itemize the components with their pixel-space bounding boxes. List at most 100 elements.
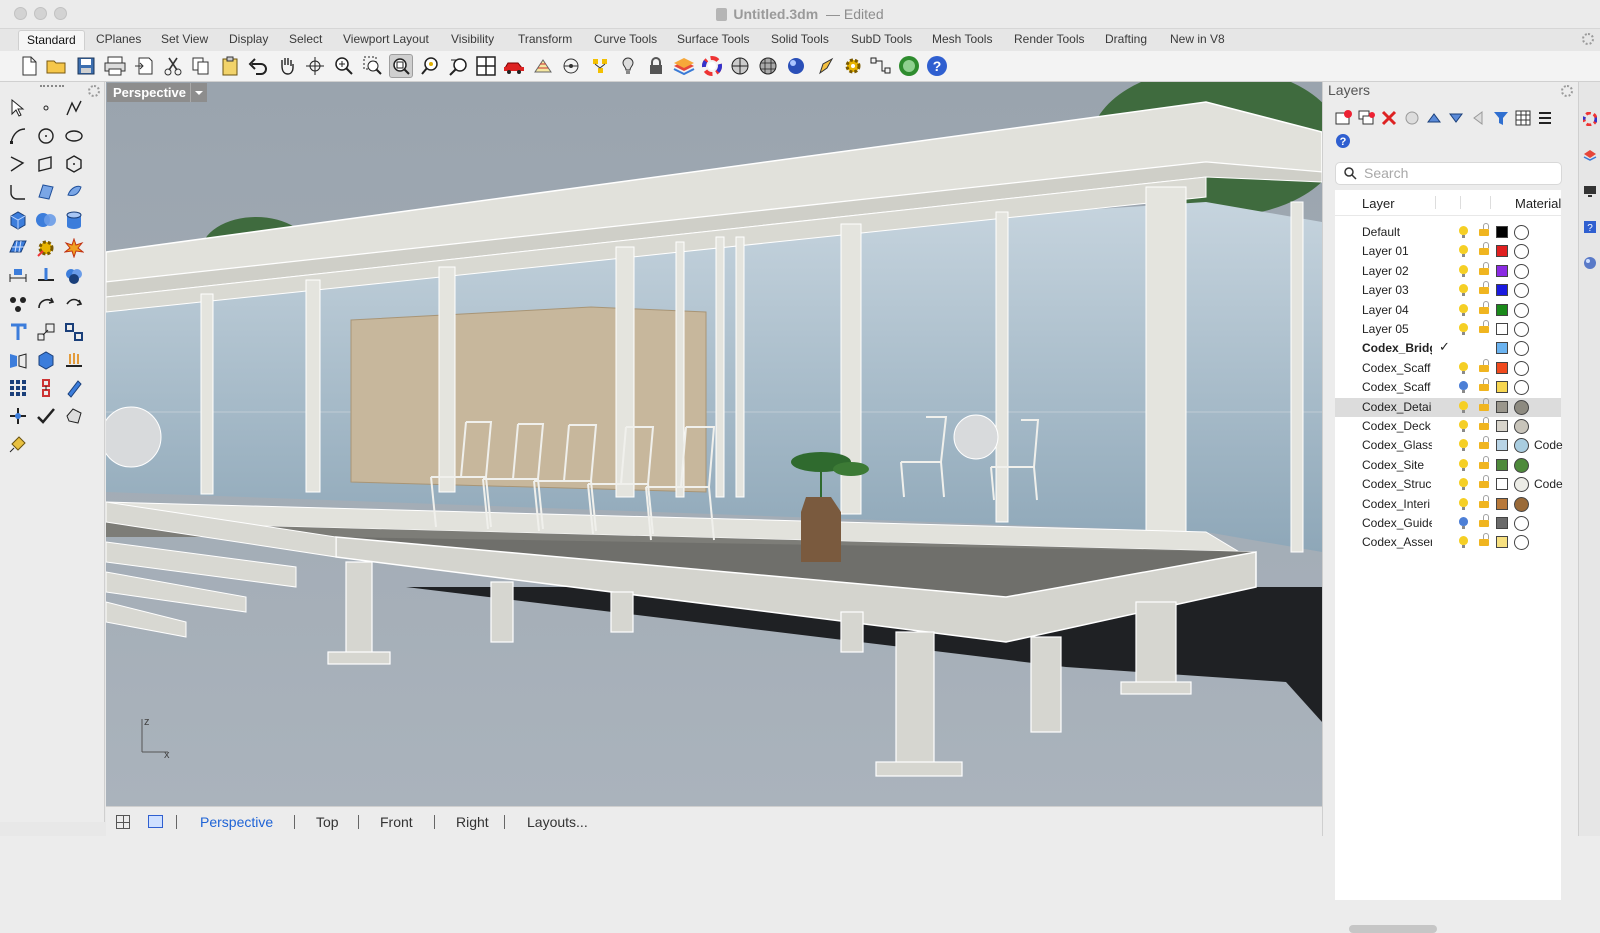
layer-row[interactable]: Codex_Asser [1335,533,1561,552]
grid-icon[interactable] [531,54,555,78]
layer-name[interactable]: Layer 04 [1362,303,1432,317]
open-folder-icon[interactable] [45,54,69,78]
material-swatch[interactable] [1514,419,1529,434]
mirror-icon[interactable] [6,348,30,372]
tab-mesh-tools[interactable]: Mesh Tools [932,32,992,46]
layer-row[interactable]: Layer 03 [1335,281,1561,300]
curve-icon[interactable] [6,124,30,148]
viewport-tab-right[interactable]: Right [456,814,489,830]
undo-icon[interactable] [246,54,270,78]
visibility-bulb-icon[interactable] [1459,323,1468,335]
horizontal-scrollbar[interactable] [1349,925,1437,933]
filter-icon[interactable] [1493,110,1509,131]
surface-icon[interactable] [34,180,58,204]
array-icon[interactable] [62,320,86,344]
lock-toggle-icon[interactable] [1479,378,1489,392]
sphere-icon[interactable] [34,208,58,232]
material-swatch[interactable] [1514,225,1529,240]
lock-toggle-icon[interactable] [1479,514,1489,527]
layer-name[interactable]: Layer 01 [1362,244,1432,258]
analyze-icon[interactable] [62,404,86,428]
tab-transform[interactable]: Transform [518,32,572,46]
layer-color-swatch[interactable] [1496,478,1508,491]
polygon-icon[interactable] [62,152,86,176]
tab-display[interactable]: Display [229,32,268,46]
car-icon[interactable] [502,54,526,78]
point-icon[interactable] [588,54,612,78]
tab-viewport-layout[interactable]: Viewport Layout [343,32,429,46]
lock-toggle-icon[interactable] [1479,358,1489,372]
layer-name[interactable]: Codex_Deck [1362,419,1432,433]
layer-color-swatch[interactable] [1496,323,1508,335]
viewport-tab-layouts[interactable]: Layouts... [527,814,588,830]
mesh-icon[interactable] [6,236,30,260]
layer-color-swatch[interactable] [1496,264,1508,277]
new-layer-icon[interactable] [1335,110,1353,131]
perspective-viewport[interactable]: z x Perspective [106,82,1322,806]
material-swatch[interactable] [1514,302,1529,318]
tab-standard[interactable]: Standard [18,30,85,50]
zoom-selected-icon[interactable] [418,54,442,78]
layer-color-swatch[interactable] [1496,284,1508,297]
polygon-line-icon[interactable] [6,152,30,176]
layer-color-swatch[interactable] [1496,226,1508,238]
cylinder-icon[interactable] [62,208,86,232]
tab-drafting[interactable]: Drafting [1105,32,1147,46]
visibility-bulb-icon[interactable] [1459,536,1468,549]
layer-color-swatch[interactable] [1496,381,1508,394]
visibility-bulb-icon[interactable] [1459,303,1468,316]
layer-row[interactable]: Codex_Bridg ✓ [1335,339,1561,358]
circle-icon[interactable] [34,124,58,148]
material-swatch[interactable] [1514,244,1529,260]
zoom-icon[interactable] [332,54,356,78]
scale-icon[interactable] [34,320,58,344]
column-layer[interactable]: Layer [1362,196,1395,211]
lock-toggle-icon[interactable] [1479,533,1489,547]
globe-icon[interactable] [897,54,921,78]
rotate-view-icon[interactable] [303,54,327,78]
visibility-bulb-icon[interactable] [1459,420,1468,432]
panel-help-icon[interactable]: ? [1335,133,1351,154]
gear-icon[interactable] [841,54,865,78]
layer-color-swatch[interactable] [1496,245,1508,258]
layer-color-swatch[interactable] [1496,303,1508,316]
lock-toggle-icon[interactable] [1479,397,1489,411]
layer-row[interactable]: Codex_Interi [1335,494,1561,514]
tab-select[interactable]: Select [289,32,322,46]
display-icon[interactable] [1583,184,1597,198]
viewport-tab-front[interactable]: Front [380,814,413,830]
point-tool-icon[interactable] [34,96,58,120]
paste-icon[interactable] [218,54,242,78]
polyline-icon[interactable] [62,96,86,120]
gumball-icon[interactable] [6,404,30,428]
tab-surface-tools[interactable]: Surface Tools [677,32,750,46]
layer-row[interactable]: Codex_Scaff [1335,378,1561,397]
palette-gear-icon[interactable] [88,85,100,97]
table-view-icon[interactable] [1515,110,1531,131]
layer-row[interactable]: Codex_Guide [1335,514,1561,533]
lock-toggle-icon[interactable] [1479,417,1489,430]
four-view-layout-icon[interactable] [116,815,130,829]
column-material[interactable]: Material [1515,196,1561,211]
material-swatch[interactable] [1514,263,1529,279]
properties-icon[interactable] [1582,111,1598,127]
layer-name[interactable]: Codex_Detai [1362,400,1432,414]
zoom-extents-icon[interactable] [389,54,413,78]
visibility-bulb-icon[interactable] [1459,517,1468,529]
single-view-layout-icon[interactable] [148,815,163,828]
material-swatch[interactable] [1514,380,1529,396]
materials-icon[interactable] [1583,256,1597,270]
render-preview-icon[interactable] [756,54,780,78]
material-swatch[interactable] [1514,360,1529,376]
layer-name[interactable]: Codex_Site [1362,458,1432,472]
pan-hand-icon[interactable] [275,54,299,78]
ellipse-icon[interactable] [62,124,86,148]
layer-color-swatch[interactable] [1496,439,1508,452]
visibility-bulb-icon[interactable] [1459,478,1468,491]
block-icon[interactable] [34,376,58,400]
material-swatch[interactable] [1514,516,1529,531]
viewport-title[interactable]: Perspective [107,83,192,102]
lock-toggle-icon[interactable] [1479,300,1489,314]
move-down-icon[interactable] [1448,110,1464,131]
lock-toggle-icon[interactable] [1479,281,1489,295]
